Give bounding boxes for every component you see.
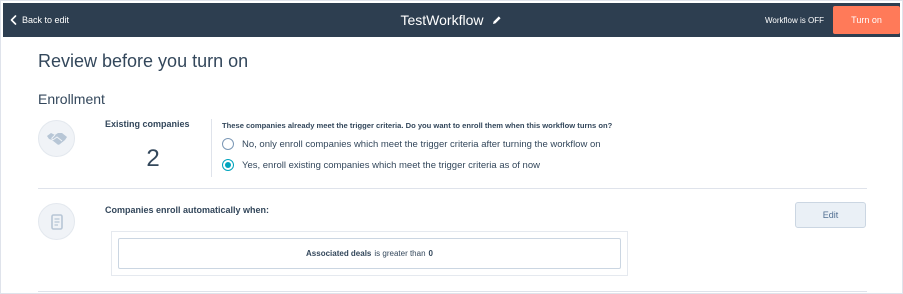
criteria-value: 0 [428, 249, 433, 258]
criteria-filter: Associated deals is greater than 0 [118, 238, 621, 269]
criteria-property: Associated deals [306, 249, 372, 258]
existing-companies-label: Existing companies [105, 119, 190, 129]
chevron-left-icon [10, 15, 17, 25]
title-group: TestWorkflow [401, 12, 503, 28]
enrollment-heading: Enrollment [38, 91, 105, 107]
existing-companies-count: 2 [146, 145, 160, 172]
radio-button-unchecked[interactable] [222, 138, 234, 150]
turn-on-button[interactable]: Turn on [833, 6, 900, 34]
section-divider [38, 188, 867, 189]
enroll-option-no[interactable]: No, only enroll companies which meet the… [222, 138, 601, 150]
review-panel: Back to edit TestWorkflow Workflow is OF… [0, 0, 903, 294]
handshake-icon [38, 120, 75, 157]
auto-enroll-label: Companies enroll automatically when: [105, 205, 270, 215]
workflow-title: TestWorkflow [400, 12, 484, 28]
back-to-edit-label: Back to edit [22, 15, 70, 25]
enroll-question: These companies already meet the trigger… [222, 121, 613, 130]
enroll-option-no-label: No, only enroll companies which meet the… [242, 138, 601, 150]
enroll-option-yes[interactable]: Yes, enroll existing companies which mee… [222, 159, 540, 171]
bottom-divider [38, 291, 867, 292]
top-bar: Back to edit TestWorkflow Workflow is OF… [3, 3, 900, 37]
radio-button-checked[interactable] [222, 159, 234, 171]
edit-criteria-button[interactable]: Edit [795, 202, 866, 228]
enroll-option-yes-label: Yes, enroll existing companies which mee… [242, 159, 540, 171]
page-title: Review before you turn on [38, 51, 249, 71]
vertical-divider [211, 119, 212, 177]
pencil-icon[interactable] [492, 15, 502, 25]
criteria-operator: is greater than [374, 249, 426, 258]
criteria-group: Associated deals is greater than 0 [111, 231, 628, 276]
scroll-icon [38, 203, 75, 240]
back-to-edit-link[interactable]: Back to edit [10, 3, 69, 37]
workflow-status-text: Workflow is OFF [765, 15, 824, 25]
